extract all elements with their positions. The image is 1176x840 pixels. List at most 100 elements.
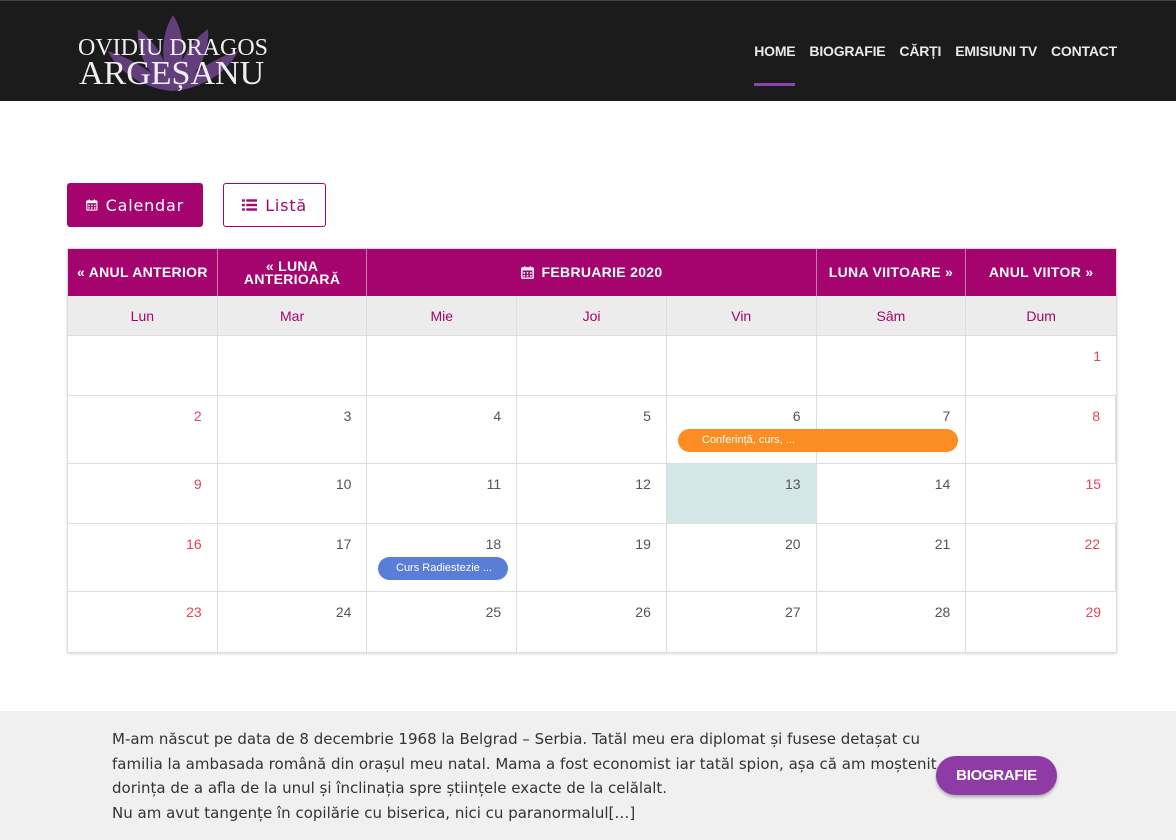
day-cell[interactable] <box>817 336 967 395</box>
day-cell[interactable]: 9 <box>68 464 218 523</box>
day-number: 6 <box>792 408 801 424</box>
day-cell[interactable]: 3 <box>218 396 368 463</box>
bio-section: M-am născut pe data de 8 decembrie 1968 … <box>0 711 1176 840</box>
day-cell[interactable]: 4 <box>367 396 518 463</box>
day-number: 11 <box>486 476 502 492</box>
calendar-week: 2 3 4 5 6 7 8 Conferință, curs, ... <box>68 396 1117 464</box>
day-cell[interactable]: 8 <box>966 396 1117 463</box>
next-month-link[interactable]: LUNA VIITOARE » <box>817 249 967 296</box>
day-number: 18 <box>485 536 502 552</box>
day-cell[interactable]: 14 <box>817 464 967 523</box>
bio-line: familia la ambasada română din orașul me… <box>112 754 937 773</box>
day-cell[interactable]: 24 <box>218 592 368 652</box>
calendar-view-button[interactable]: Calendar <box>67 183 203 227</box>
day-number: 27 <box>785 604 801 620</box>
calendar-week: 16 17 18 19 20 21 22 Curs Radiestezie ..… <box>68 524 1117 592</box>
weekday-label: Joi <box>517 296 667 335</box>
prev-month-link[interactable]: « LUNA ANTERIOARĂ <box>218 249 368 296</box>
day-number: 22 <box>1084 536 1101 552</box>
day-cell[interactable]: 12 <box>517 464 667 523</box>
day-number: 19 <box>635 536 651 552</box>
weekday-label: Mie <box>367 296 518 335</box>
day-number: 28 <box>934 604 951 620</box>
main-nav: HOME BIOGRAFIE CĂRȚI EMISIUNI TV CONTACT <box>754 43 1117 86</box>
day-cell[interactable]: 11 <box>367 464 518 523</box>
day-number: 20 <box>785 536 801 552</box>
day-cell[interactable]: 29 <box>966 592 1116 652</box>
day-number: 10 <box>335 476 352 492</box>
day-cell[interactable]: 1 <box>966 336 1116 395</box>
weekday-label: Vin <box>667 296 817 335</box>
biografie-button[interactable]: BIOGRAFIE <box>936 756 1057 795</box>
day-cell[interactable]: 27 <box>667 592 817 652</box>
day-cell[interactable]: 21 <box>817 524 967 591</box>
weekday-header: Lun Mar Mie Joi Vin Sâm Dum <box>68 296 1116 336</box>
day-number: 26 <box>635 604 651 620</box>
day-number: 2 <box>193 408 202 424</box>
day-cell[interactable]: 2 <box>68 396 218 463</box>
weekday-label: Lun <box>68 296 218 335</box>
calendar-view-label: Calendar <box>105 195 184 215</box>
bio-text: M-am născut pe data de 8 decembrie 1968 … <box>112 727 937 825</box>
weekday-label: Sâm <box>817 296 967 335</box>
calendar-icon <box>520 266 534 279</box>
list-view-button[interactable]: Listă <box>223 183 326 227</box>
day-number: 12 <box>635 476 651 492</box>
day-number: 7 <box>942 408 951 424</box>
day-cell[interactable]: 28 <box>817 592 967 652</box>
day-cell[interactable]: 23 <box>68 592 218 652</box>
nav-emisiuni-tv[interactable]: EMISIUNI TV <box>955 43 1037 59</box>
calendar: « ANUL ANTERIOR « LUNA ANTERIOARĂ FEBRUA… <box>67 248 1117 653</box>
day-number: 14 <box>934 476 951 492</box>
day-cell-today[interactable]: 13 <box>666 464 817 523</box>
day-cell[interactable]: 10 <box>218 464 368 523</box>
day-cell[interactable] <box>218 336 368 395</box>
calendar-week: 9 10 11 12 13 14 15 <box>68 464 1116 524</box>
day-number: 25 <box>485 604 502 620</box>
nav-contact[interactable]: CONTACT <box>1051 43 1117 59</box>
day-number: 4 <box>493 408 502 424</box>
day-cell[interactable]: 26 <box>517 592 667 652</box>
event-conferinta[interactable]: Conferință, curs, ... <box>678 429 958 452</box>
day-number: 24 <box>335 604 352 620</box>
weekday-label: Dum <box>1026 308 1056 324</box>
day-cell[interactable]: 19 <box>517 524 667 591</box>
day-number: 15 <box>1085 476 1102 492</box>
day-number: 9 <box>193 476 202 492</box>
calendar-icon <box>86 199 98 211</box>
event-curs-radiestezie[interactable]: Curs Radiestezie ... <box>378 557 508 580</box>
day-cell[interactable]: 22 <box>966 524 1117 591</box>
calendar-week: 1 <box>68 336 1116 396</box>
day-cell[interactable] <box>667 336 817 395</box>
day-cell[interactable]: 15 <box>966 464 1116 523</box>
bio-line: Nu am avut tangențe în copilărie cu bise… <box>112 803 636 822</box>
nav-home[interactable]: HOME <box>754 43 796 86</box>
nav-carti[interactable]: CĂRȚI <box>899 43 941 59</box>
current-month-label: FEBRUARIE 2020 <box>541 264 663 280</box>
list-view-label: Listă <box>265 195 307 215</box>
bio-line: dorința de a afla de la unul și înclinaț… <box>112 779 668 797</box>
day-number: 29 <box>1085 604 1102 620</box>
nav-biografie[interactable]: BIOGRAFIE <box>809 43 885 59</box>
calendar-week: 23 24 25 26 27 28 29 <box>68 592 1116 652</box>
day-number: 17 <box>335 536 352 552</box>
day-cell[interactable]: 16 <box>68 524 218 591</box>
logo-line2: ARGEȘANU <box>79 55 265 92</box>
day-cell[interactable]: 17 <box>218 524 368 591</box>
day-number: 13 <box>785 476 801 492</box>
day-number: 21 <box>934 536 951 552</box>
day-cell[interactable] <box>367 336 518 395</box>
day-cell[interactable] <box>68 336 218 395</box>
current-month-title: FEBRUARIE 2020 <box>367 249 817 296</box>
day-number: 23 <box>186 604 202 620</box>
day-cell[interactable] <box>517 336 667 395</box>
day-cell[interactable]: 20 <box>667 524 817 591</box>
next-year-link[interactable]: ANUL VIITOR » <box>966 249 1116 296</box>
prev-year-link[interactable]: « ANUL ANTERIOR <box>68 249 218 296</box>
day-number: 1 <box>1093 348 1102 364</box>
day-cell[interactable]: 5 <box>517 396 667 463</box>
day-number: 3 <box>343 408 352 424</box>
day-cell[interactable]: 25 <box>367 592 518 652</box>
site-logo[interactable]: OVIDIU DRAGOS ARGEȘANU <box>78 15 278 92</box>
calendar-nav-bar: « ANUL ANTERIOR « LUNA ANTERIOARĂ FEBRUA… <box>68 249 1116 296</box>
